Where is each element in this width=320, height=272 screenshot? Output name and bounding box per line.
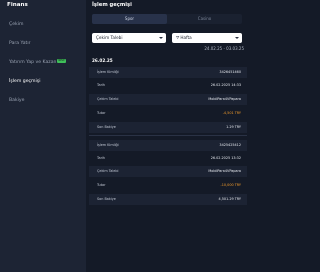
chevron-down-icon	[159, 37, 163, 39]
row-label: Son Bakiye	[97, 197, 116, 201]
transaction-row: Tutar -10,000 TRY	[89, 180, 247, 191]
transaction-row: İşlem Kimliği 3425425412	[89, 140, 247, 151]
row-label: İşlem Kimliği	[97, 70, 119, 74]
sidebar-item-balance[interactable]: Bakiye	[0, 94, 86, 108]
transaction-id: 3425425412	[219, 143, 241, 147]
transaction-row: Tarih 26.02.2025 13:32	[89, 153, 247, 164]
sidebar-item-label: Para Yatır	[9, 41, 31, 46]
new-badge: NEW	[57, 59, 66, 63]
sidebar-item-withdraw[interactable]: Çekim	[0, 18, 86, 32]
sidebar-item-invest-and-earn[interactable]: Yatırım Yap ve Kazan NEW	[0, 56, 86, 70]
period-value: Hafta	[180, 35, 192, 40]
closing-balance: 1.29 TRY	[226, 125, 241, 129]
sidebar-title: Finans	[7, 2, 28, 8]
sidebar-item-deposit[interactable]: Para Yatır	[0, 37, 86, 51]
row-label: Çekim Talebi	[97, 169, 119, 173]
transaction-amount: -10,000 TRY	[220, 183, 241, 187]
transaction-type-select[interactable]: Çekim Talebi	[92, 33, 166, 43]
row-label: İşlem Kimliği	[97, 143, 119, 147]
payment-method: MobilPara4VPapara	[208, 97, 241, 101]
payment-method: MobilPara4VPapara	[208, 169, 241, 173]
row-label: Tarih	[97, 156, 106, 160]
chevron-down-icon	[235, 37, 239, 39]
sidebar: Finans Çekim Para Yatır Yatırım Yap ve K…	[0, 0, 86, 272]
row-label: Tutar	[97, 183, 106, 187]
sidebar-item-label: Yatırım Yap ve Kazan	[9, 60, 57, 65]
sidebar-item-transaction-history[interactable]: İşlem geçmişi	[0, 75, 86, 89]
date-range: 24.02.25 - 03.03.25	[204, 46, 244, 51]
transaction-row: Çekim Talebi MobilPara4VPapara	[89, 94, 247, 105]
row-label: Tarih	[97, 83, 106, 87]
transaction-amount: -4,501 TRY	[222, 111, 241, 115]
transaction-type-value: Çekim Talebi	[96, 35, 123, 40]
main-panel: İşlem geçmişi Spor Casino Çekim Talebi ⛛…	[86, 0, 250, 272]
sidebar-item-label: İşlem geçmişi	[9, 79, 41, 84]
date-group-header: 26.02.25	[92, 58, 113, 63]
row-label: Tutar	[97, 111, 106, 115]
sidebar-item-label: Çekim	[9, 22, 24, 27]
tab-bar: Spor Casino	[92, 14, 242, 24]
closing-balance: 4,501.29 TRY	[218, 197, 241, 201]
tab-sport[interactable]: Spor	[92, 14, 167, 24]
transaction-row: İşlem Kimliği 3426451460	[89, 67, 247, 78]
tab-casino[interactable]: Casino	[167, 14, 242, 24]
transaction-row: Tarih 26.02.2025 14:33	[89, 80, 247, 91]
transaction-row: Tutar -4,501 TRY	[89, 108, 247, 119]
transaction-row: Son Bakiye 1.29 TRY	[89, 122, 247, 133]
transaction-row: Son Bakiye 4,501.29 TRY	[89, 194, 247, 205]
transaction-date: 26.02.2025 14:33	[210, 83, 241, 87]
transaction-id: 3426451460	[219, 70, 241, 74]
page-title: İşlem geçmişi	[92, 2, 132, 8]
filter-icon: ⛛	[176, 35, 180, 40]
divider	[89, 135, 247, 136]
sidebar-item-label: Bakiye	[9, 98, 25, 103]
transaction-date: 26.02.2025 13:32	[210, 156, 241, 160]
transaction-row: Çekim Talebi MobilPara4VPapara	[89, 166, 247, 177]
row-label: Çekim Talebi	[97, 97, 119, 101]
row-label: Son Bakiye	[97, 125, 116, 129]
period-select[interactable]: ⛛Hafta	[172, 33, 242, 43]
